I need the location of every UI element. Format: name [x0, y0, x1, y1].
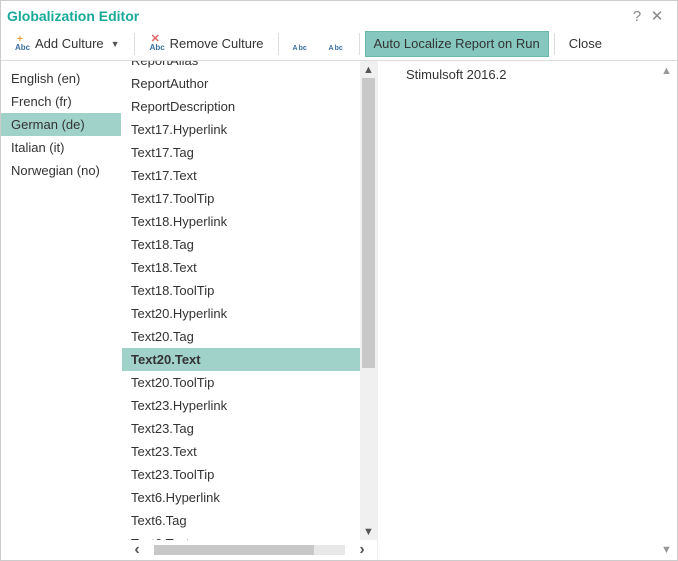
close-window-button[interactable]: ✕ — [647, 6, 667, 26]
add-culture-icon: +Abc — [14, 36, 30, 52]
scroll-left-icon[interactable]: ‹ — [122, 541, 152, 559]
separator — [134, 33, 135, 55]
property-item[interactable]: Text18.Tag — [122, 233, 377, 256]
property-item[interactable]: Text17.Tag — [122, 141, 377, 164]
window-title: Globalization Editor — [7, 8, 627, 24]
property-item[interactable]: Text6.Hyperlink — [122, 486, 377, 509]
value-vscrollbar[interactable]: ▲ ▼ — [658, 65, 675, 556]
add-culture-button[interactable]: +Abc Add Culture ▼ — [5, 31, 129, 57]
get-culture-icon: Abc — [293, 36, 309, 52]
properties-hscrollbar[interactable]: ‹ › — [122, 540, 377, 560]
culture-item[interactable]: Italian (it) — [1, 136, 121, 159]
close-label: Close — [569, 36, 602, 51]
properties-panel: ReportAliasReportAuthorReportDescription… — [122, 61, 377, 560]
set-culture-button[interactable]: Abc — [320, 31, 354, 57]
property-item[interactable]: ReportAlias — [122, 61, 377, 72]
culture-item[interactable]: French (fr) — [1, 90, 121, 113]
culture-item[interactable]: Norwegian (no) — [1, 159, 121, 182]
property-item[interactable]: Text18.ToolTip — [122, 279, 377, 302]
culture-item[interactable]: German (de) — [1, 113, 121, 136]
value-panel: Stimulsoft 2016.2 ▲ ▼ — [377, 61, 677, 560]
property-item[interactable]: Text23.Tag — [122, 417, 377, 440]
set-culture-icon: Abc — [329, 36, 345, 52]
title-bar: Globalization Editor ? ✕ — [1, 1, 677, 27]
get-culture-button[interactable]: Abc — [284, 31, 318, 57]
separator — [359, 33, 360, 55]
hscroll-thumb[interactable] — [154, 545, 314, 555]
close-button[interactable]: Close — [560, 31, 611, 57]
property-item[interactable]: ReportDescription — [122, 95, 377, 118]
property-item[interactable]: Text20.Hyperlink — [122, 302, 377, 325]
property-item[interactable]: Text23.ToolTip — [122, 463, 377, 486]
property-item[interactable]: Text20.Tag — [122, 325, 377, 348]
culture-item[interactable]: English (en) — [1, 67, 121, 90]
property-item[interactable]: Text18.Text — [122, 256, 377, 279]
add-culture-label: Add Culture — [35, 36, 104, 51]
chevron-down-icon: ▼ — [111, 39, 120, 49]
scroll-down-icon[interactable]: ▼ — [360, 523, 377, 540]
property-item[interactable]: Text17.Hyperlink — [122, 118, 377, 141]
remove-culture-button[interactable]: ✕Abc Remove Culture — [140, 31, 273, 57]
property-item[interactable]: Text6.Tag — [122, 509, 377, 532]
scroll-down-icon[interactable]: ▼ — [661, 544, 672, 556]
property-item[interactable]: Text20.Text — [122, 348, 377, 371]
hscroll-track[interactable] — [154, 545, 345, 555]
properties-vscrollbar[interactable]: ▲ ▼ — [360, 61, 377, 540]
scroll-up-icon[interactable]: ▲ — [661, 65, 672, 77]
help-button[interactable]: ? — [627, 6, 647, 26]
scroll-track[interactable] — [360, 78, 377, 523]
property-item[interactable]: Text20.ToolTip — [122, 371, 377, 394]
value-text[interactable]: Stimulsoft 2016.2 — [406, 67, 667, 82]
properties-list: ReportAliasReportAuthorReportDescription… — [122, 61, 377, 540]
property-item[interactable]: Text17.ToolTip — [122, 187, 377, 210]
auto-localize-label: Auto Localize Report on Run — [374, 36, 540, 51]
auto-localize-button[interactable]: Auto Localize Report on Run — [365, 31, 549, 57]
cultures-panel: English (en)French (fr)German (de)Italia… — [1, 61, 122, 560]
separator — [278, 33, 279, 55]
property-item[interactable]: Text6.Text — [122, 532, 377, 540]
remove-culture-icon: ✕Abc — [149, 36, 165, 52]
property-item[interactable]: Text17.Text — [122, 164, 377, 187]
property-item[interactable]: Text23.Hyperlink — [122, 394, 377, 417]
scroll-up-icon[interactable]: ▲ — [360, 61, 377, 78]
content-area: English (en)French (fr)German (de)Italia… — [1, 61, 677, 560]
property-item[interactable]: Text23.Text — [122, 440, 377, 463]
scroll-right-icon[interactable]: › — [347, 541, 377, 559]
property-item[interactable]: ReportAuthor — [122, 72, 377, 95]
property-item[interactable]: Text18.Hyperlink — [122, 210, 377, 233]
toolbar: +Abc Add Culture ▼ ✕Abc Remove Culture A… — [1, 27, 677, 61]
remove-culture-label: Remove Culture — [170, 36, 264, 51]
separator — [554, 33, 555, 55]
scroll-thumb[interactable] — [362, 78, 375, 368]
